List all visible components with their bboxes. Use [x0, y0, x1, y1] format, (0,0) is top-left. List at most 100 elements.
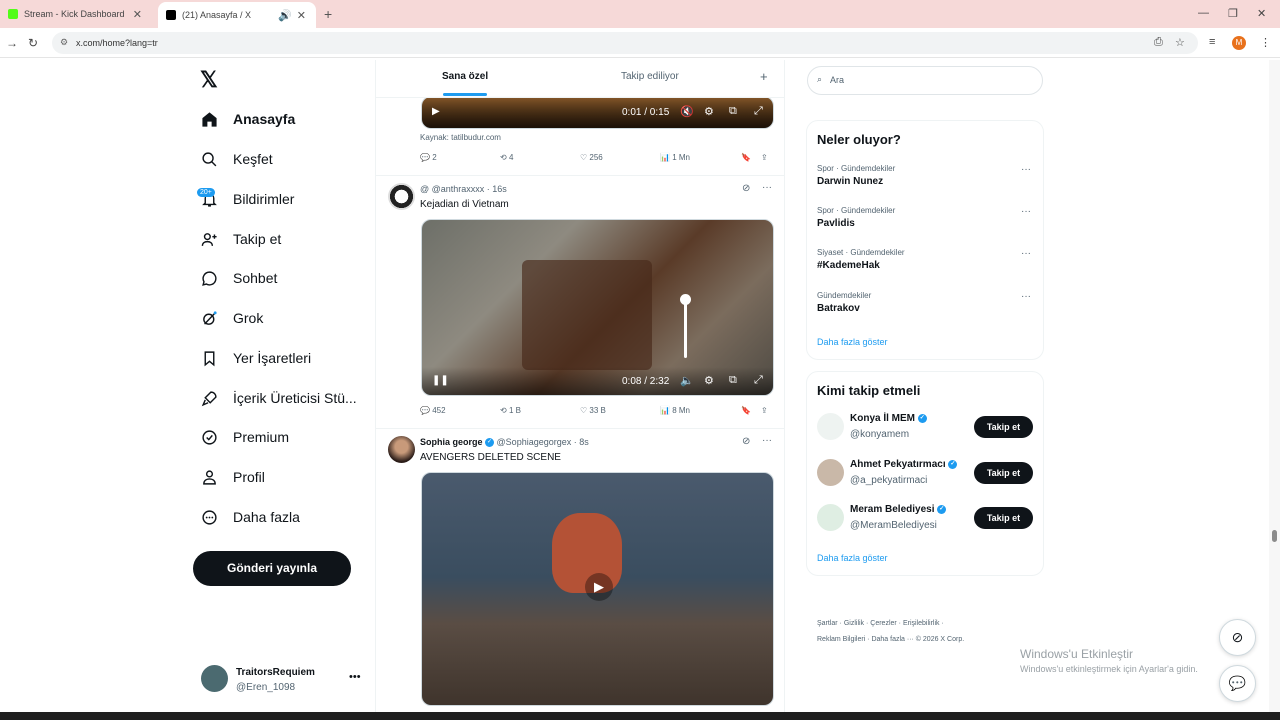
sidebar-item-notifications[interactable]: 20+ Bildirimler: [197, 185, 294, 213]
volume-slider[interactable]: [684, 298, 687, 358]
like-button[interactable]: ♡ 33 B: [580, 406, 606, 415]
scrollbar[interactable]: [1269, 60, 1280, 715]
pause-icon[interactable]: ❚❚: [432, 375, 449, 386]
more-dots-icon[interactable]: ···: [1021, 248, 1031, 259]
trend-item[interactable]: Siyaset · Gündemdekiler #KademeHak ···: [817, 248, 1037, 271]
link-source[interactable]: Kaynak: tatilbudur.com: [420, 133, 501, 142]
footer-links[interactable]: Şartlar · Gizlilik · Çerezler · Erişileb…: [817, 620, 944, 627]
sidebar-item-follow[interactable]: Takip et: [200, 225, 281, 253]
more-dots-icon[interactable]: ···: [1021, 164, 1031, 175]
more-dots-icon[interactable]: ···: [1021, 206, 1031, 217]
close-icon[interactable]: ✕: [297, 9, 306, 22]
add-tab-icon[interactable]: +: [760, 69, 768, 84]
grok-icon[interactable]: ⊘: [742, 436, 750, 447]
close-window-button[interactable]: ✕: [1257, 7, 1266, 20]
avatar[interactable]: [388, 436, 415, 463]
post-header[interactable]: Sophia george ✓ @Sophiagegorgex · 8s: [420, 437, 589, 448]
sidebar-item-explore[interactable]: Keşfet: [200, 145, 273, 173]
sidebar-item-home[interactable]: Anasayfa: [200, 105, 295, 133]
repost-button[interactable]: ⟲ 4: [500, 153, 513, 162]
site-info-icon[interactable]: ⚙: [60, 37, 68, 48]
search-input[interactable]: ⌕ Ara: [807, 66, 1043, 95]
browser-tab-x[interactable]: (21) Anasayfa / X 🔊 ✕: [158, 2, 316, 28]
pip-icon[interactable]: ⧉: [729, 105, 737, 118]
follow-button[interactable]: Takip et: [974, 462, 1033, 484]
pip-icon[interactable]: ⧉: [729, 374, 737, 387]
minimize-button[interactable]: —: [1198, 7, 1209, 19]
suggestion-handle: @konyamem: [850, 429, 910, 440]
trend-item[interactable]: Spor · Gündemdekiler Darwin Nunez ···: [817, 164, 1037, 187]
sidebar-item-more[interactable]: Daha fazla: [200, 503, 300, 531]
footer-links[interactable]: Reklam Bilgileri · Daha fazla ··· © 2026…: [817, 636, 964, 643]
follow-button[interactable]: Takip et: [974, 416, 1033, 438]
play-icon[interactable]: ▶: [585, 573, 613, 601]
settings-icon[interactable]: ⚙: [704, 105, 714, 118]
reply-button[interactable]: 💬 452: [420, 406, 446, 415]
show-more-link[interactable]: Daha fazla göster: [817, 553, 888, 563]
profile-avatar[interactable]: M: [1232, 36, 1246, 50]
volume-icon[interactable]: 🔈: [680, 374, 694, 387]
star-icon[interactable]: ☆: [1175, 36, 1185, 49]
x-logo-icon[interactable]: 𝕏: [200, 67, 218, 93]
reload-icon[interactable]: ↻: [28, 36, 38, 50]
volume-knob[interactable]: [680, 294, 691, 305]
post-header[interactable]: @ @anthraxxxx · 16s: [420, 184, 507, 194]
mute-icon[interactable]: 🔇: [680, 105, 694, 118]
trend-item[interactable]: Spor · Gündemdekiler Pavlidis ···: [817, 206, 1037, 229]
menu-icon[interactable]: ⋮: [1260, 36, 1271, 49]
url-input[interactable]: ⚙ x.com/home?lang=tr: [52, 32, 1198, 54]
grok-icon[interactable]: ⊘: [742, 183, 750, 194]
more-circle-icon: [200, 508, 218, 526]
author-name[interactable]: Sophia george: [420, 437, 483, 447]
account-switcher[interactable]: TraitorsRequiem @Eren_1098 •••: [201, 665, 361, 695]
browser-tab-kick[interactable]: Stream - Kick Dashboard ✕: [0, 0, 152, 28]
sidebar-item-grok[interactable]: Grok: [200, 304, 263, 332]
sidebar-item-bookmarks[interactable]: Yer İşaretleri: [200, 344, 311, 372]
follow-button[interactable]: Takip et: [974, 507, 1033, 529]
share-icon[interactable]: ⇪: [761, 406, 768, 415]
fullscreen-icon[interactable]: ⤢: [754, 374, 763, 387]
scrollbar-thumb[interactable]: [1272, 530, 1277, 542]
forward-icon[interactable]: →: [6, 36, 18, 50]
video-player[interactable]: ▶: [421, 472, 774, 706]
new-tab-button[interactable]: +: [324, 6, 332, 22]
premium-icon: [200, 428, 218, 446]
reply-button[interactable]: 💬 2: [420, 153, 437, 162]
restore-button[interactable]: ❐: [1228, 7, 1238, 20]
install-icon[interactable]: ⎙: [1154, 36, 1163, 49]
sidebar-item-creator-studio[interactable]: İçerik Üreticisi Stü...: [200, 384, 357, 412]
reading-list-icon[interactable]: ≡: [1209, 36, 1215, 48]
tab-following[interactable]: Takip ediliyor: [621, 71, 679, 82]
more-dots-icon[interactable]: ···: [762, 435, 772, 446]
play-icon[interactable]: ▶: [432, 106, 440, 117]
settings-icon[interactable]: ⚙: [704, 374, 714, 387]
sidebar-item-premium[interactable]: Premium: [200, 423, 289, 451]
fullscreen-icon[interactable]: ⤢: [754, 105, 763, 118]
grok-fab-button[interactable]: ⊘: [1219, 619, 1256, 656]
views-button[interactable]: 📊 8 Mn: [660, 406, 690, 415]
video-player[interactable]: ▶ 0:01 / 0:15 🔇 ⚙ ⧉ ⤢: [421, 96, 774, 129]
video-player[interactable]: ❚❚ 0:08 / 2:32 🔈 ⚙ ⧉ ⤢: [421, 219, 774, 396]
tab-for-you[interactable]: Sana özel: [442, 71, 488, 82]
follow-suggestion[interactable]: Ahmet Pekyatırmacı ✓ @a_pekyatirmaci Tak…: [817, 457, 1037, 491]
post-button[interactable]: Gönderi yayınla: [193, 551, 351, 586]
views-button[interactable]: 📊 1 Mn: [660, 153, 690, 162]
more-dots-icon[interactable]: ···: [1021, 291, 1031, 302]
bookmark-icon[interactable]: 🔖: [741, 153, 751, 162]
sidebar-item-profile[interactable]: Profil: [200, 463, 265, 491]
trend-item[interactable]: Gündemdekiler Batrakov ···: [817, 291, 1037, 314]
follow-suggestion[interactable]: Konya İl MEM ✓ @konyamem Takip et: [817, 411, 1037, 445]
author-handle[interactable]: @Sophiagegorgex · 8s: [497, 437, 589, 447]
avatar[interactable]: [388, 183, 415, 210]
show-more-link[interactable]: Daha fazla göster: [817, 337, 888, 347]
more-dots-icon[interactable]: ···: [762, 182, 772, 193]
follow-suggestion[interactable]: Meram Belediyesi ✓ @MeramBelediyesi Taki…: [817, 502, 1037, 536]
speaker-icon[interactable]: 🔊: [278, 9, 292, 22]
like-button[interactable]: ♡ 256: [580, 153, 603, 162]
share-icon[interactable]: ⇪: [761, 153, 768, 162]
messages-fab-button[interactable]: 💬: [1219, 665, 1256, 702]
repost-button[interactable]: ⟲ 1 B: [500, 406, 521, 415]
close-icon[interactable]: ✕: [133, 8, 142, 21]
bookmark-icon[interactable]: 🔖: [741, 406, 751, 415]
sidebar-item-chat[interactable]: Sohbet: [200, 264, 277, 292]
